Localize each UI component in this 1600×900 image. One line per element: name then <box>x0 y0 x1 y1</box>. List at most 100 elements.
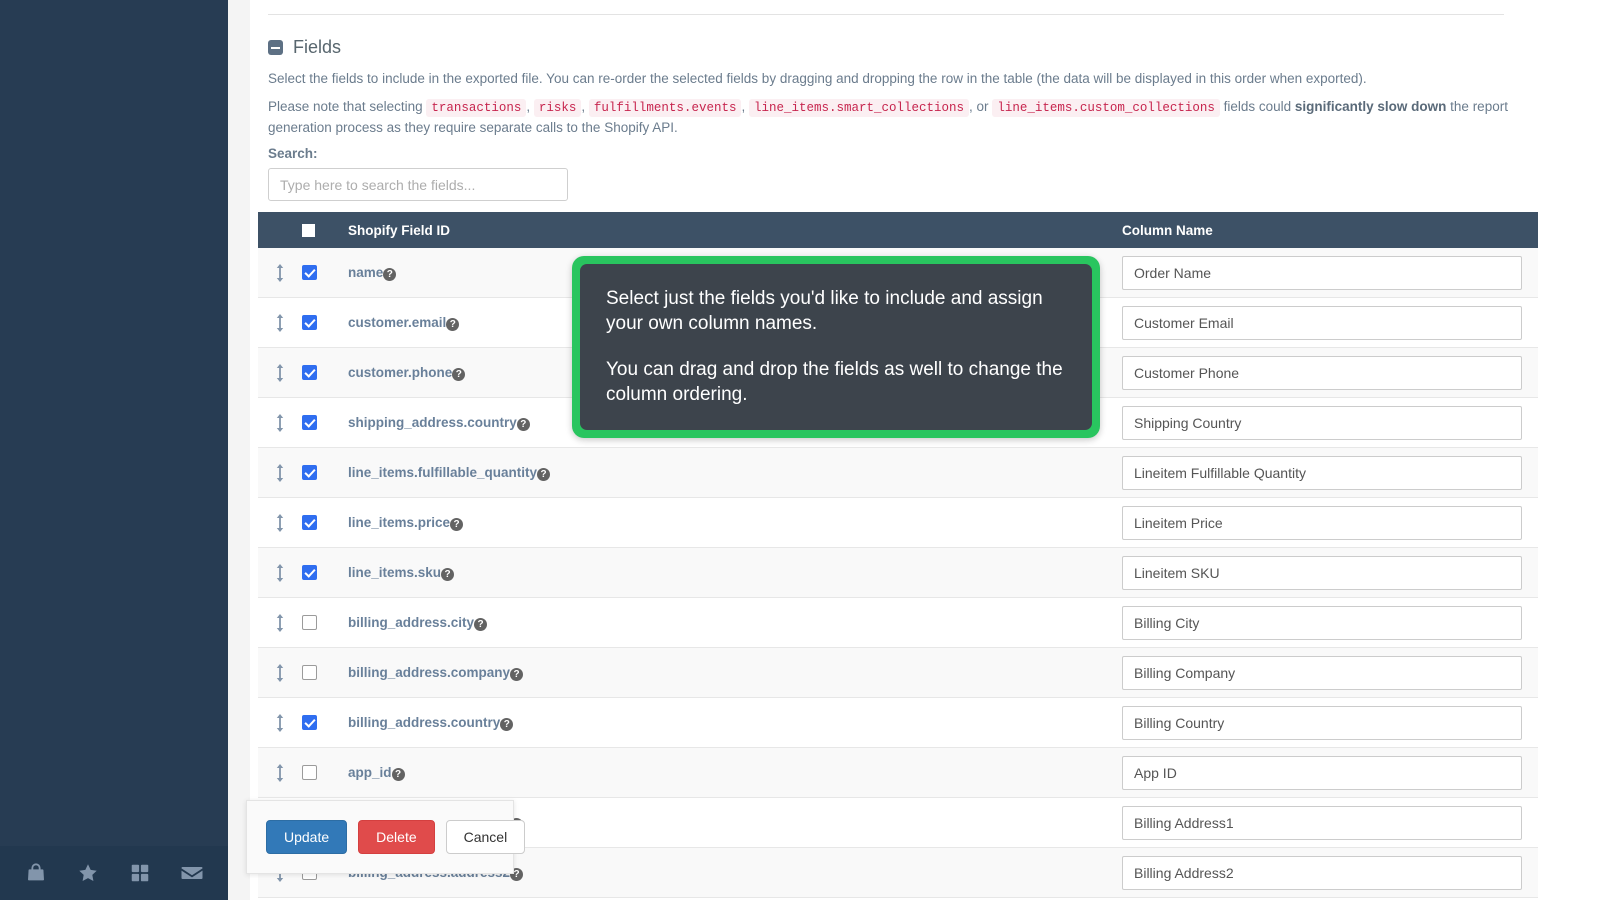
help-circle-icon[interactable]: ? <box>510 668 524 681</box>
column-name-input[interactable] <box>1122 605 1522 640</box>
checkbox-cell <box>302 365 348 380</box>
field-checkbox[interactable] <box>302 565 317 580</box>
desc2-prefix: Please note that selecting <box>268 99 427 114</box>
column-name-cell <box>1122 805 1538 840</box>
column-name-input[interactable] <box>1122 505 1522 540</box>
field-id-cell: billing_address.country? <box>348 714 1122 732</box>
section-divider <box>268 14 1504 15</box>
envelope-icon[interactable] <box>179 860 205 886</box>
drag-handle-icon[interactable] <box>273 413 287 433</box>
field-checkbox[interactable] <box>302 465 317 480</box>
drag-cell <box>258 313 302 333</box>
callout-body: Select just the fields you'd like to inc… <box>580 264 1092 430</box>
field-id-label: customer.email <box>348 314 447 330</box>
help-circle-icon[interactable]: ? <box>452 368 466 381</box>
delete-button[interactable]: Delete <box>358 820 435 854</box>
field-id-label: line_items.sku <box>348 564 442 580</box>
drag-handle-icon[interactable] <box>273 613 287 633</box>
field-checkbox[interactable] <box>302 765 317 780</box>
field-id-label: shipping_address.country <box>348 414 517 430</box>
field-checkbox[interactable] <box>302 515 317 530</box>
code-risks: risks <box>533 99 582 117</box>
column-name-cell <box>1122 605 1538 640</box>
help-circle-icon[interactable]: ? <box>391 768 405 781</box>
help-circle-icon[interactable]: ? <box>383 268 397 281</box>
column-name-input[interactable] <box>1122 555 1522 590</box>
field-checkbox[interactable] <box>302 315 317 330</box>
star-icon[interactable] <box>75 860 101 886</box>
field-id-label: customer.phone <box>348 364 453 380</box>
minus-square-icon[interactable] <box>268 40 283 55</box>
code-custom-collections: line_items.custom_collections <box>992 99 1220 117</box>
drag-handle-icon[interactable] <box>273 563 287 583</box>
shopping-bag-icon[interactable] <box>23 860 49 886</box>
fields-description-2: Please note that selecting transactions,… <box>268 99 1508 135</box>
field-id-label: line_items.price <box>348 514 451 530</box>
drag-handle-icon[interactable] <box>273 763 287 783</box>
table-row: line_items.price? <box>258 498 1538 548</box>
checkbox-cell <box>302 565 348 580</box>
field-checkbox[interactable] <box>302 365 317 380</box>
field-id-cell: line_items.fulfillable_quantity? <box>348 464 1122 482</box>
field-id-cell: billing_address.company? <box>348 664 1122 682</box>
callout-line-1: Select just the fields you'd like to inc… <box>606 288 1043 335</box>
search-input[interactable] <box>268 168 568 201</box>
desc2-emphasis: significantly slow down <box>1294 99 1447 114</box>
drag-handle-icon[interactable] <box>273 663 287 683</box>
field-checkbox[interactable] <box>302 615 317 630</box>
column-name-input[interactable] <box>1122 255 1522 290</box>
drag-handle-icon[interactable] <box>273 363 287 383</box>
drag-handle-icon[interactable] <box>273 513 287 533</box>
help-circle-icon[interactable]: ? <box>474 618 488 631</box>
column-name-input[interactable] <box>1122 805 1522 840</box>
table-row: app_id? <box>258 748 1538 798</box>
checkbox-cell <box>302 415 348 430</box>
table-row: billing_address.country? <box>258 698 1538 748</box>
column-name-input[interactable] <box>1122 655 1522 690</box>
header-select-all-cell <box>302 223 348 237</box>
column-name-input[interactable] <box>1122 305 1522 340</box>
field-checkbox[interactable] <box>302 665 317 680</box>
column-name-input[interactable] <box>1122 855 1522 890</box>
drag-handle-icon[interactable] <box>273 463 287 483</box>
apps-grid-icon[interactable] <box>127 860 153 886</box>
code-smart-collections: line_items.smart_collections <box>748 99 970 117</box>
drag-handle-icon[interactable] <box>273 263 287 283</box>
table-row: line_items.sku? <box>258 548 1538 598</box>
update-button[interactable]: Update <box>266 820 348 854</box>
drag-handle-icon[interactable] <box>273 313 287 333</box>
column-name-input[interactable] <box>1122 755 1522 790</box>
cancel-button[interactable]: Cancel <box>445 820 526 854</box>
column-name-cell <box>1122 455 1538 490</box>
column-name-input[interactable] <box>1122 355 1522 390</box>
column-name-cell <box>1122 705 1538 740</box>
desc2-middle: fields could <box>1219 99 1295 114</box>
column-name-cell <box>1122 655 1538 690</box>
column-name-input[interactable] <box>1122 705 1522 740</box>
help-circle-icon[interactable]: ? <box>537 468 551 481</box>
page-title: Fields <box>293 37 342 57</box>
field-checkbox[interactable] <box>302 415 317 430</box>
help-circle-icon[interactable]: ? <box>446 318 460 331</box>
checkbox-cell <box>302 765 348 780</box>
help-circle-icon[interactable]: ? <box>500 718 514 731</box>
header-field-id: Shopify Field ID <box>348 222 451 238</box>
drag-cell <box>258 513 302 533</box>
checkbox-cell <box>302 515 348 530</box>
table-row: line_items.fulfillable_quantity? <box>258 448 1538 498</box>
column-name-cell <box>1122 305 1538 340</box>
help-circle-icon[interactable]: ? <box>516 418 530 431</box>
help-circle-icon[interactable]: ? <box>450 518 464 531</box>
field-checkbox[interactable] <box>302 265 317 280</box>
field-id-label: billing_address.country <box>348 714 501 730</box>
field-checkbox[interactable] <box>302 715 317 730</box>
drag-cell <box>258 763 302 783</box>
field-id-label: line_items.fulfillable_quantity <box>348 464 538 480</box>
help-circle-icon[interactable]: ? <box>441 568 455 581</box>
select-all-checkbox[interactable] <box>302 223 315 237</box>
column-name-input[interactable] <box>1122 455 1522 490</box>
column-name-input[interactable] <box>1122 405 1522 440</box>
code-transactions: transactions <box>426 99 527 117</box>
drag-handle-icon[interactable] <box>273 713 287 733</box>
column-name-cell <box>1122 255 1538 290</box>
